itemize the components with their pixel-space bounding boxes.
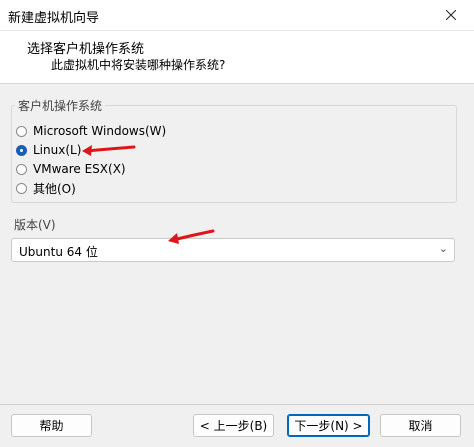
next-button[interactable]: 下一步(N) > (287, 414, 370, 437)
page-subtitle: 此虚拟机中将安装哪种操作系统? (51, 58, 226, 72)
page-title: 选择客户机操作系统 (27, 42, 145, 57)
cancel-button[interactable]: 取消 (380, 414, 461, 437)
version-dropdown[interactable]: Ubuntu 64 位 ⌄ (11, 238, 455, 262)
radio-option-windows[interactable]: Microsoft Windows(W) (16, 122, 166, 140)
cancel-button-label: 取消 (408, 419, 433, 433)
version-group-label: 版本(V) (11, 216, 59, 233)
chevron-down-icon: ⌄ (438, 242, 448, 255)
radio-button[interactable] (16, 163, 27, 175)
radio-button[interactable] (16, 125, 27, 137)
radio-button-selected[interactable] (16, 144, 27, 156)
back-button[interactable]: < 上一步(B) (193, 414, 274, 437)
version-selected-value: Ubuntu 64 位 (19, 245, 98, 259)
radio-option-other[interactable]: 其他(O) (16, 179, 76, 197)
radio-option-vmware-esx[interactable]: VMware ESX(X) (16, 160, 126, 178)
next-button-label: 下一步(N) > (294, 419, 363, 433)
radio-label: Microsoft Windows(W) (33, 124, 167, 138)
back-button-label: < 上一步(B) (199, 419, 268, 433)
help-button-label: 帮助 (39, 419, 64, 433)
close-icon (446, 10, 456, 20)
radio-label: Linux(L) (33, 143, 82, 157)
window-title: 新建虚拟机向导 (8, 11, 100, 26)
guest-os-group: 客户机操作系统 Microsoft Windows(W) Linux(L) VM… (11, 97, 457, 203)
close-button[interactable] (428, 0, 474, 30)
footer-divider (0, 404, 474, 405)
guest-os-group-label: 客户机操作系统 (15, 97, 106, 114)
radio-button[interactable] (16, 182, 27, 194)
help-button[interactable]: 帮助 (11, 414, 92, 437)
wizard-header: 选择客户机操作系统 此虚拟机中将安装哪种操作系统? (0, 31, 474, 84)
title-bar: 新建虚拟机向导 (0, 0, 474, 31)
radio-label: VMware ESX(X) (33, 162, 126, 176)
radio-label: 其他(O) (33, 181, 76, 196)
radio-option-linux[interactable]: Linux(L) (16, 141, 81, 159)
